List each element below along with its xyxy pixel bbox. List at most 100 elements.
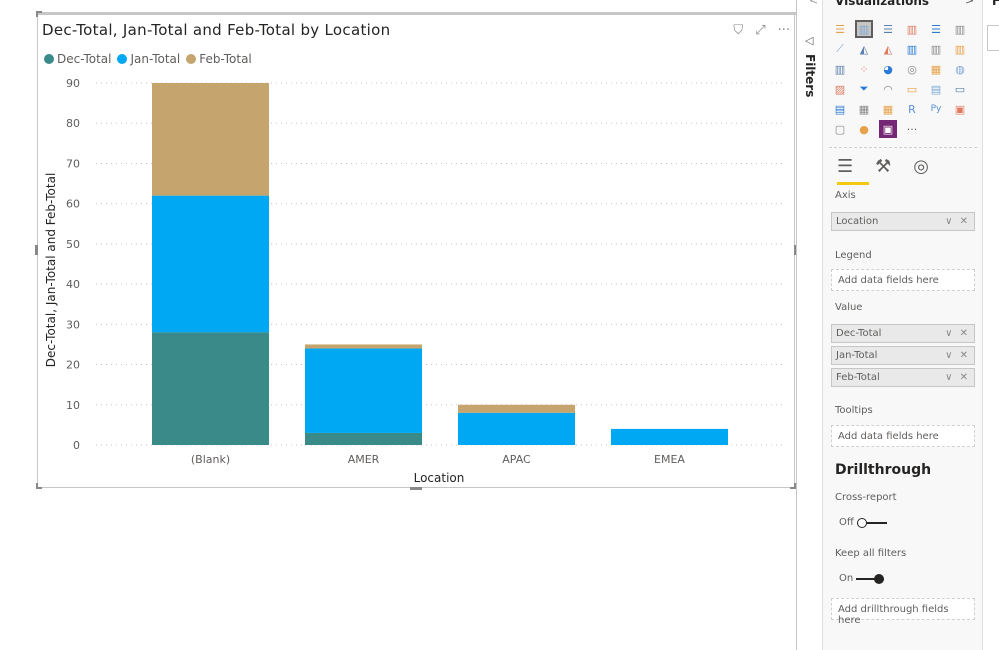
bar-segment-jan-total-amer[interactable]: [305, 348, 422, 433]
x-tick-label: APAC: [502, 453, 531, 466]
field-name: Location: [836, 216, 879, 227]
value-well-label: Value: [835, 302, 863, 313]
legend-drop-zone[interactable]: Add data fields here: [831, 269, 975, 291]
y-tick-label: 50: [66, 238, 80, 251]
y-tick-label: 0: [73, 439, 80, 452]
y-tick-label: 90: [66, 77, 80, 90]
area-visual-icon[interactable]: ◭: [855, 40, 873, 58]
key-influencers-visual-icon[interactable]: ▣: [951, 100, 969, 118]
python-visual-visual-icon[interactable]: Py: [927, 100, 945, 118]
field-actions[interactable]: ∨ ✕: [945, 328, 970, 339]
field-name: Dec-Total: [836, 328, 882, 339]
tooltips-drop-zone[interactable]: Add data fields here: [831, 425, 975, 447]
filled-map-visual-icon[interactable]: ▨: [831, 80, 849, 98]
active-tab-indicator: [837, 182, 869, 185]
field-actions[interactable]: ∨ ✕: [945, 216, 970, 227]
toggle-knob[interactable]: [874, 573, 885, 584]
filters-pane-expand-icon[interactable]: ◁: [805, 34, 813, 47]
clustered-column-visual-icon[interactable]: ▥: [903, 20, 921, 38]
stacked-area-visual-icon[interactable]: ◭: [879, 40, 897, 58]
tooltips-well-label: Tooltips: [835, 405, 873, 416]
line-visual-icon[interactable]: ⟋: [831, 40, 849, 58]
axis-well-label: Axis: [835, 190, 856, 201]
scatter-visual-icon[interactable]: ⁘: [855, 60, 873, 78]
r-visual-visual-icon[interactable]: R: [903, 100, 921, 118]
bar-segment-dec-total-blank[interactable]: [152, 332, 269, 445]
table-visual-icon[interactable]: ▦: [855, 100, 873, 118]
bar-segment-jan-total-blank[interactable]: [152, 195, 269, 333]
keep-filters-label: Keep all filters: [835, 548, 907, 559]
matrix-visual-icon[interactable]: ▦: [879, 100, 897, 118]
value-field-feb-total[interactable]: Feb-Total ∨ ✕: [831, 368, 975, 387]
collapse-pane-icon[interactable]: <: [809, 0, 818, 7]
more-visual-icon[interactable]: ···: [903, 120, 921, 138]
legend-well-label: Legend: [835, 250, 872, 261]
y-tick-label: 60: [66, 198, 80, 211]
drillthrough-drop-zone[interactable]: Add drillthrough fields here: [831, 598, 975, 626]
waterfall-visual-icon[interactable]: ▥: [831, 60, 849, 78]
kpi-visual-icon[interactable]: ▭: [951, 80, 969, 98]
value-field-dec-total[interactable]: Dec-Total ∨ ✕: [831, 324, 975, 343]
multi-row-card-visual-icon[interactable]: ▤: [927, 80, 945, 98]
field-name: Jan-Total: [836, 350, 878, 361]
line-stacked-column-visual-icon[interactable]: ▥: [927, 40, 945, 58]
power-apps-visual-icon[interactable]: ▣: [879, 120, 897, 138]
qna-visual-icon[interactable]: ▢: [831, 120, 849, 138]
filters-pane[interactable]: ◁ Filters: [796, 0, 823, 650]
stacked-column-visual-icon[interactable]: ▥: [855, 20, 873, 38]
100-stacked-column-visual-icon[interactable]: ▥: [951, 20, 969, 38]
expand-chevron-icon[interactable]: >: [965, 0, 974, 7]
bar-segment-jan-total-apac[interactable]: [458, 412, 575, 445]
stacked-column-chart-visual[interactable]: Dec-Total, Jan-Total and Feb-Total by Lo…: [35, 11, 797, 490]
x-tick-label: AMER: [348, 453, 380, 466]
axis-field-location[interactable]: Location ∨ ✕: [831, 212, 975, 231]
slicer-visual-icon[interactable]: ▤: [831, 100, 849, 118]
toggle-track[interactable]: [856, 517, 887, 528]
card-visual-icon[interactable]: ▭: [903, 80, 921, 98]
donut-visual-icon[interactable]: ◎: [903, 60, 921, 78]
bar-segment-dec-total-amer[interactable]: [305, 432, 422, 445]
funnel-visual-icon[interactable]: ⏷: [855, 80, 873, 98]
report-canvas: Dec-Total, Jan-Total and Feb-Total by Lo…: [0, 0, 797, 650]
stacked-bar-visual-icon[interactable]: ☰: [831, 20, 849, 38]
analytics-tab-icon[interactable]: ◎: [913, 156, 929, 177]
y-tick-label: 20: [66, 359, 80, 372]
keep-filters-toggle[interactable]: On: [839, 573, 885, 584]
x-tick-label: (Blank): [191, 453, 230, 466]
bar-segment-feb-total-apac[interactable]: [458, 404, 575, 413]
y-axis-title: Dec-Total, Jan-Total and Feb-Total: [44, 173, 58, 368]
clustered-bar-visual-icon[interactable]: ☰: [879, 20, 897, 38]
bar-segment-jan-total-emea[interactable]: [611, 428, 728, 445]
value-field-jan-total[interactable]: Jan-Total ∨ ✕: [831, 346, 975, 365]
fields-tab-icon[interactable]: ☰: [837, 156, 853, 177]
filters-pane-label[interactable]: Filters: [803, 54, 817, 97]
bar-segment-feb-total-amer[interactable]: [305, 344, 422, 349]
fields-pane: F: [983, 0, 999, 650]
y-tick-label: 10: [66, 399, 80, 412]
field-name: Feb-Total: [836, 372, 880, 383]
toggle-knob[interactable]: [856, 517, 867, 528]
pie-visual-icon[interactable]: ◕: [879, 60, 897, 78]
fields-pane-title: F: [992, 0, 999, 8]
toggle-track[interactable]: [856, 573, 885, 584]
line-clustered-column-visual-icon[interactable]: ▥: [903, 40, 921, 58]
visual-type-gallery: ☰ ▥ ☰ ▥ ☰ ▥ ⟋ ◭ ◭ ▥ ▥ ▥ ▥ ⁘ ◕ ◎ ▦ ◍ ▨ ⏷ ◠ ▭ ▤ ▭ ▤ ▦ ▦ R Py ▣ ▢ ● ▣ ···: [831, 20, 981, 140]
y-tick-label: 70: [66, 157, 80, 170]
gauge-visual-icon[interactable]: ◠: [879, 80, 897, 98]
fields-search-input[interactable]: [987, 25, 999, 51]
cross-report-label: Cross-report: [835, 492, 897, 503]
treemap-visual-icon[interactable]: ▦: [927, 60, 945, 78]
bar-segment-feb-total-blank[interactable]: [152, 83, 269, 196]
cross-report-toggle[interactable]: Off: [839, 517, 887, 528]
field-actions[interactable]: ∨ ✕: [945, 350, 970, 361]
map-visual-icon[interactable]: ◍: [951, 60, 969, 78]
field-actions[interactable]: ∨ ✕: [945, 372, 970, 383]
100-stacked-bar-visual-icon[interactable]: ☰: [927, 20, 945, 38]
toggle-state: Off: [839, 517, 854, 528]
format-tab-icon[interactable]: ⚒: [875, 156, 891, 177]
arcgis-visual-icon[interactable]: ●: [855, 120, 873, 138]
ribbon-visual-icon[interactable]: ▥: [951, 40, 969, 58]
y-tick-label: 40: [66, 278, 80, 291]
drillthrough-title: Drillthrough: [835, 462, 932, 478]
visualizations-pane: < Visualizations > ☰ ▥ ☰ ▥ ☰ ▥ ⟋ ◭ ◭ ▥ ▥ ▥ ▥ ⁘ ◕ ◎ ▦ ◍ ▨ ⏷ ◠…: [809, 0, 983, 650]
